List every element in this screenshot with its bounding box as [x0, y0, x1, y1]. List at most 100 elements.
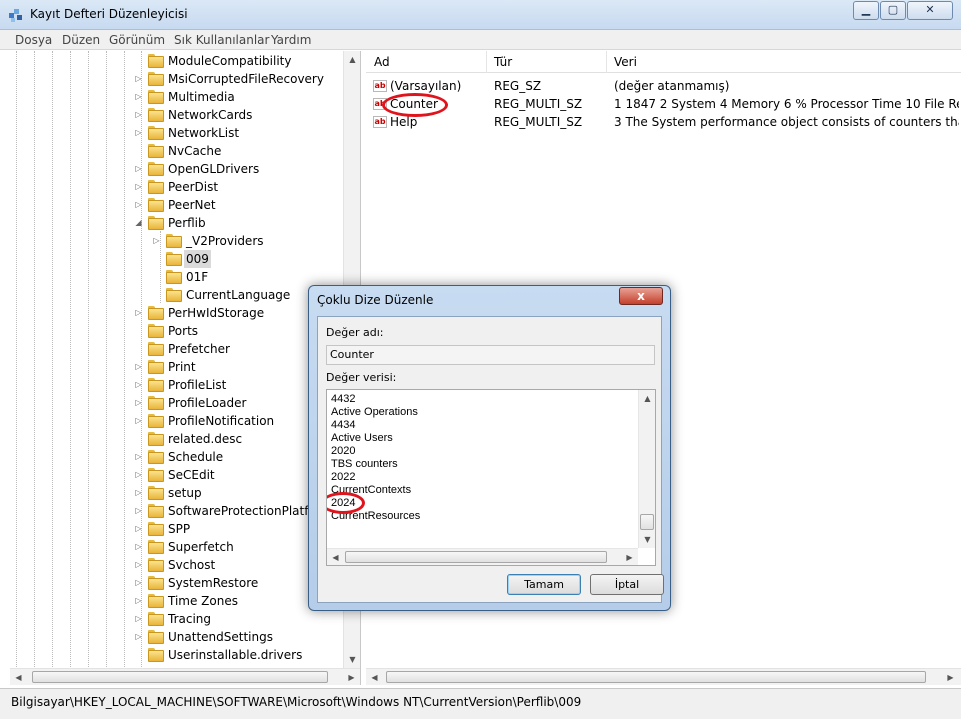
data-line: TBS counters [331, 458, 398, 470]
close-icon: x [637, 289, 645, 303]
expand-arrow-icon[interactable]: ▷ [134, 196, 143, 214]
expand-arrow-icon[interactable]: ▷ [134, 574, 143, 592]
folder-icon [166, 252, 182, 266]
folder-icon [148, 90, 164, 104]
menu-view[interactable]: Görünüm [109, 33, 165, 47]
expand-arrow-icon[interactable]: ▷ [134, 538, 143, 556]
close-icon: ✕ [925, 3, 935, 16]
menu-help[interactable]: Yardım [271, 33, 311, 47]
folder-icon [148, 594, 164, 608]
expand-arrow-icon[interactable]: ▷ [134, 484, 143, 502]
key-path: Bilgisayar\HKEY_LOCAL_MACHINE\SOFTWARE\M… [11, 695, 582, 709]
expand-arrow-icon[interactable]: ▷ [134, 124, 143, 142]
maximize-button[interactable]: ▢ [880, 1, 906, 20]
scroll-right-arrow-icon[interactable]: ▶ [343, 669, 360, 686]
scroll-up-arrow-icon[interactable]: ▲ [639, 390, 655, 407]
value-data: 3 The System performance object consists… [614, 115, 959, 129]
textarea-horizontal-scrollbar[interactable]: ◀ ▶ [327, 548, 638, 565]
folder-icon [148, 612, 164, 626]
expand-arrow-icon[interactable]: ▷ [134, 466, 143, 484]
registry-app-icon [9, 9, 22, 22]
expand-arrow-icon[interactable]: ▷ [134, 448, 143, 466]
expand-arrow-icon[interactable]: ▷ [134, 304, 143, 322]
scroll-right-arrow-icon[interactable]: ▶ [621, 549, 638, 565]
textarea-vscroll-thumb[interactable] [640, 514, 654, 530]
folder-icon [148, 468, 164, 482]
expand-arrow-icon[interactable]: ▷ [134, 520, 143, 538]
textarea-vertical-scrollbar[interactable]: ▲ ▼ [638, 390, 655, 548]
ok-button[interactable]: Tamam [507, 574, 581, 595]
tree-horizontal-scrollbar[interactable]: ◀ ▶ [10, 668, 360, 685]
textarea-hscroll-thumb[interactable] [345, 551, 607, 563]
tree-item-label: ProfileList [168, 378, 227, 392]
value-name-field: Counter [326, 345, 655, 365]
cancel-button[interactable]: İptal [590, 574, 664, 595]
scroll-left-arrow-icon[interactable]: ◀ [366, 669, 383, 686]
value-row-default[interactable]: ab (Varsayılan) REG_SZ (değer atanmamış) [366, 77, 961, 95]
expand-arrow-icon[interactable]: ▷ [134, 358, 143, 376]
folder-icon [166, 270, 182, 284]
edit-multi-string-dialog: Çoklu Dize Düzenle x Değer adı: Counter … [308, 285, 671, 611]
folder-icon [148, 360, 164, 374]
tree-item-label: CurrentLanguage [186, 288, 291, 302]
value-type: REG_MULTI_SZ [494, 115, 583, 129]
tree-item-label: PeerNet [168, 198, 216, 212]
tree-item-label: OpenGLDrivers [168, 162, 260, 176]
value-row-counter[interactable]: ab Counter REG_MULTI_SZ 1 1847 2 System … [366, 95, 961, 113]
tree-item-label: MsiCorruptedFileRecovery [168, 72, 324, 86]
expand-arrow-icon[interactable]: ▷ [134, 376, 143, 394]
scroll-down-arrow-icon[interactable]: ▼ [344, 651, 361, 668]
scroll-left-arrow-icon[interactable]: ◀ [10, 669, 27, 686]
expand-arrow-icon[interactable]: ▷ [134, 160, 143, 178]
tree-item-label: 009 [184, 250, 211, 268]
folder-icon [148, 342, 164, 356]
column-type-header[interactable]: Tür [486, 51, 607, 73]
tree-item-label: 01F [186, 270, 209, 284]
expand-arrow-icon[interactable]: ▷ [134, 412, 143, 430]
folder-icon [148, 540, 164, 554]
expand-arrow-icon[interactable]: ▷ [134, 70, 143, 88]
list-hscroll-thumb[interactable] [386, 671, 926, 683]
title-bar: Kayıt Defteri Düzenleyicisi ▁ ▢ ✕ [0, 0, 961, 30]
minimize-button[interactable]: ▁ [853, 1, 879, 20]
tree-item-label: NvCache [168, 144, 222, 158]
scroll-right-arrow-icon[interactable]: ▶ [942, 669, 959, 686]
menu-edit[interactable]: Düzen [62, 33, 100, 47]
value-row-help[interactable]: ab Help REG_MULTI_SZ 3 The System perfor… [366, 113, 961, 131]
expand-arrow-icon[interactable]: ▷ [134, 88, 143, 106]
expand-arrow-icon[interactable]: ▷ [134, 394, 143, 412]
close-window-button[interactable]: ✕ [907, 1, 953, 20]
scroll-up-arrow-icon[interactable]: ▲ [344, 51, 361, 68]
registry-editor-window: Kayıt Defteri Düzenleyicisi ▁ ▢ ✕ Dosya … [0, 0, 961, 719]
value-data-label: Değer verisi: [326, 371, 397, 384]
folder-icon [148, 576, 164, 590]
key-tree-pane[interactable]: ModuleCompatibility ▷ MsiCorruptedFileReco… [0, 51, 361, 685]
string-value-icon: ab [373, 116, 387, 128]
tree-item-label: setup [168, 486, 202, 500]
list-horizontal-scrollbar[interactable]: ◀ ▶ [366, 668, 961, 685]
expand-arrow-icon[interactable]: ▷ [152, 232, 161, 250]
menu-file[interactable]: Dosya [15, 33, 52, 47]
menu-favorites[interactable]: Sık Kullanılanlar [174, 33, 269, 47]
expand-arrow-icon[interactable]: ▷ [134, 628, 143, 646]
expand-arrow-icon[interactable]: ◢ [134, 214, 143, 232]
column-name-header[interactable]: Ad [366, 51, 487, 73]
scroll-down-arrow-icon[interactable]: ▼ [639, 531, 655, 548]
tree-item-label: PerHwIdStorage [168, 306, 265, 320]
tree-hscroll-thumb[interactable] [32, 671, 328, 683]
expand-arrow-icon[interactable]: ▷ [134, 592, 143, 610]
scroll-left-arrow-icon[interactable]: ◀ [327, 549, 344, 565]
dialog-close-button[interactable]: x [619, 287, 663, 305]
expand-arrow-icon[interactable]: ▷ [134, 106, 143, 124]
tree-item-label: NetworkCards [168, 108, 253, 122]
value-data-textarea[interactable]: 4432 Active Operations 4434 Active Users… [326, 389, 656, 566]
column-data-header[interactable]: Veri [606, 51, 961, 73]
expand-arrow-icon[interactable]: ▷ [134, 178, 143, 196]
expand-arrow-icon[interactable]: ▷ [134, 502, 143, 520]
expand-arrow-icon[interactable]: ▷ [134, 556, 143, 574]
expand-arrow-icon[interactable]: ▷ [134, 610, 143, 628]
